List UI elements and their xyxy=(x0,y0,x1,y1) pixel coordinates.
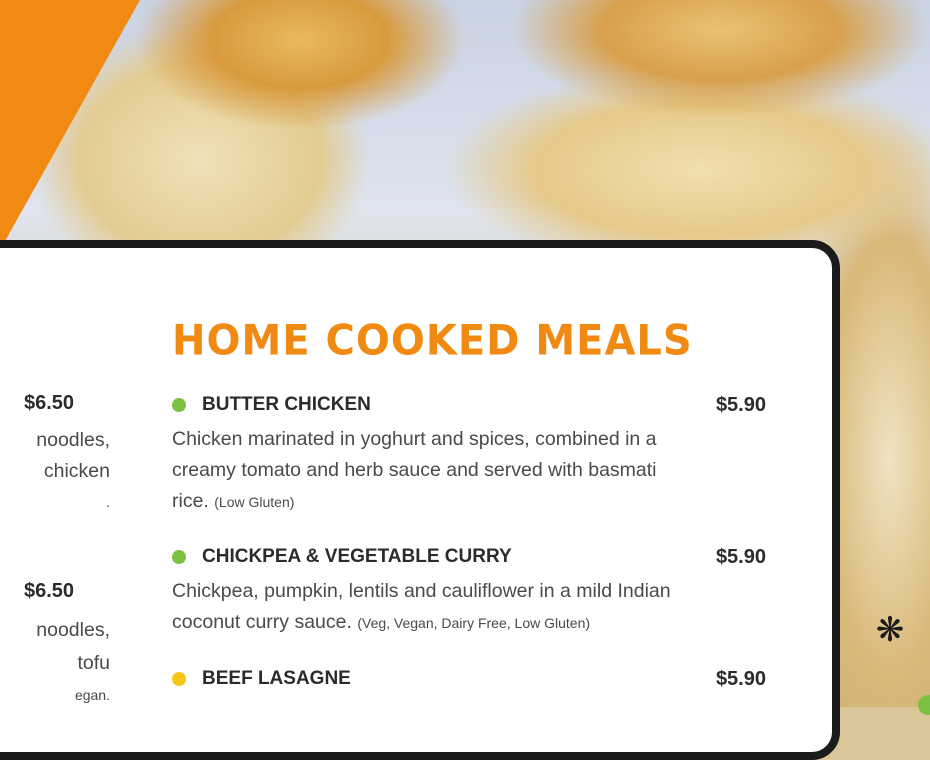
dietary-tag: (Low Gluten) xyxy=(214,494,295,510)
menu-item: CHICKPEA & VEGETABLE CURRY $5.90 xyxy=(172,545,766,569)
green-dot-icon xyxy=(172,550,186,564)
item-description: Chickpea, pumpkin, lentils and cauliflow… xyxy=(172,580,671,633)
item-name: BUTTER CHICKEN xyxy=(202,394,371,415)
menu-item: BEEF LASAGNE $5.90 xyxy=(172,667,766,691)
menu-item: BUTTER CHICKEN $5.90 xyxy=(172,393,766,417)
left-item-desc-line: egan. xyxy=(74,687,110,703)
item-name: BEEF LASAGNE xyxy=(202,668,351,689)
item-description: Chicken marinated in yoghurt and spices,… xyxy=(172,428,657,512)
flower-icon: ❋ xyxy=(875,611,905,649)
item-price: $5.90 xyxy=(715,545,766,568)
left-item-desc-line: tofu xyxy=(77,652,110,674)
section-title: HOME COOKED MEALS xyxy=(172,316,693,366)
left-item-price: $6.50 xyxy=(24,392,75,414)
left-item-desc-line: chicken xyxy=(43,460,110,482)
item-price: $5.90 xyxy=(715,667,766,690)
dietary-tag: (Veg, Vegan, Dairy Free, Low Gluten) xyxy=(357,615,591,631)
green-corner-decoration xyxy=(918,695,930,715)
item-price: $5.90 xyxy=(715,393,766,416)
green-dot-icon xyxy=(172,398,186,412)
left-item-desc-line: noodles, xyxy=(36,429,110,451)
left-item-desc-line: . xyxy=(106,494,110,510)
left-item-price: $6.50 xyxy=(24,580,75,602)
left-item-desc-line: noodles, xyxy=(36,619,110,641)
item-name: CHICKPEA & VEGETABLE CURRY xyxy=(202,546,512,567)
yellow-dot-icon xyxy=(172,672,186,686)
